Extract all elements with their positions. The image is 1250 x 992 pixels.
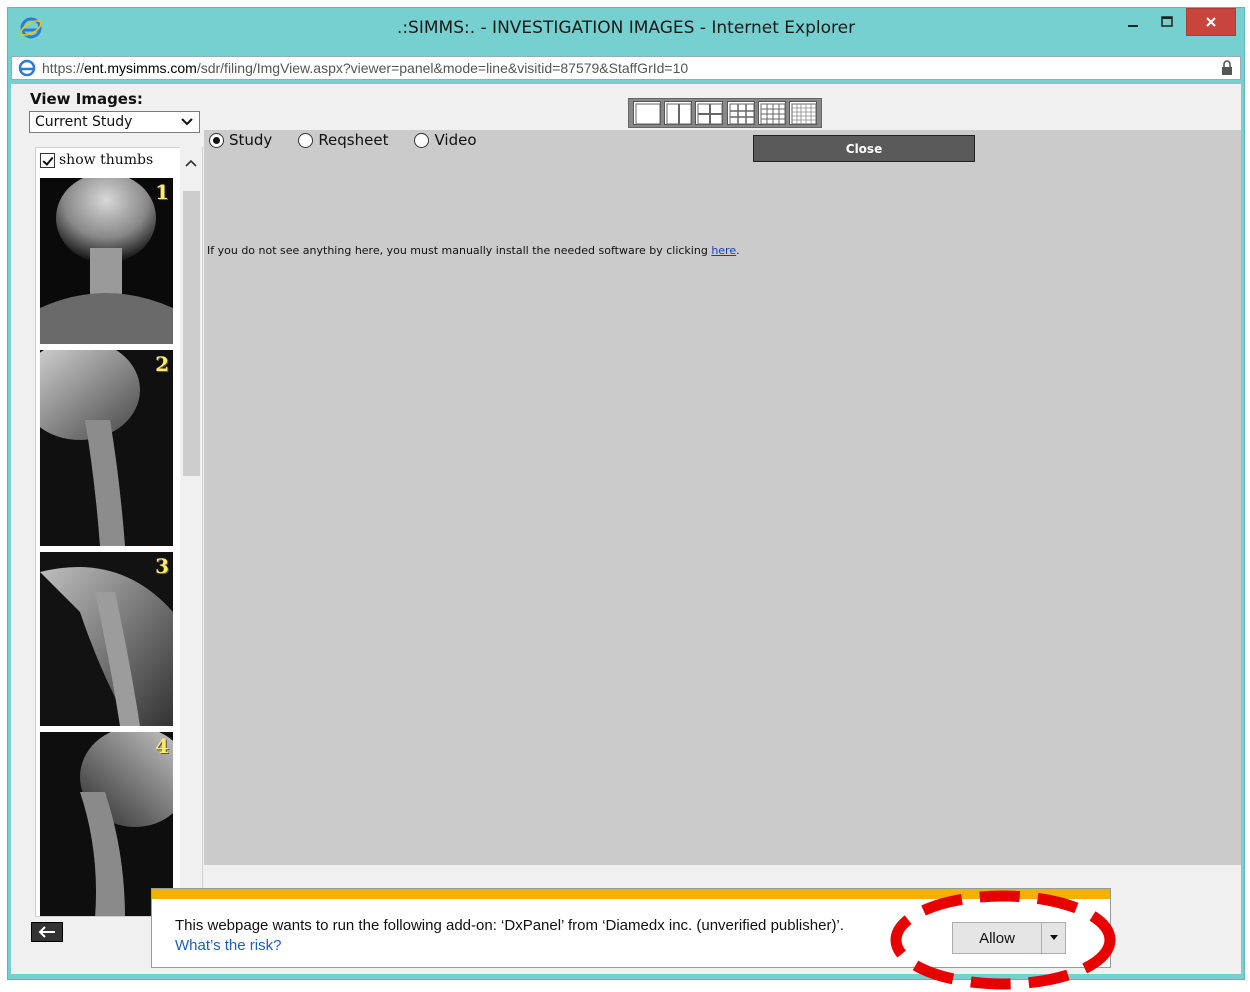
back-button[interactable] <box>31 922 63 942</box>
show-thumbs-label: show thumbs <box>59 152 154 168</box>
study-select-value: Current Study <box>35 114 133 130</box>
browser-window: .:SIMMS:. - INVESTIGATION IMAGES - Inter… <box>7 7 1245 980</box>
xray-image-2 <box>40 350 173 546</box>
close-window-button[interactable] <box>1186 8 1236 36</box>
addon-notification-bar: This webpage wants to run the following … <box>151 888 1111 968</box>
thumbnail-3[interactable]: 3 <box>40 552 173 726</box>
thumbnail-number: 2 <box>155 352 169 376</box>
radio-study-dot[interactable] <box>209 132 224 148</box>
allow-dropdown-button[interactable] <box>1042 922 1066 954</box>
thumbnail-list[interactable]: show thumbs 1 2 3 4 <box>35 147 203 917</box>
url-host: ent.mysimms.com <box>84 60 197 76</box>
show-thumbs-checkbox[interactable] <box>40 152 55 168</box>
minimize-icon <box>1128 25 1138 27</box>
maximize-icon <box>1161 16 1173 27</box>
arrow-left-icon <box>38 926 55 938</box>
layout-1x2-button[interactable] <box>663 101 692 125</box>
thumbnail-1[interactable]: 1 <box>40 178 173 344</box>
thumbnail-scrollbar[interactable] <box>180 147 202 917</box>
layout-1x2-icon <box>666 103 692 125</box>
layout-1x1-button[interactable] <box>632 101 661 125</box>
thumbnail-number: 1 <box>155 180 169 204</box>
scroll-thumb[interactable] <box>183 191 200 476</box>
layout-4x4-button[interactable] <box>757 101 786 125</box>
radio-video-label: Video <box>434 131 477 149</box>
radio-reqsheet-label: Reqsheet <box>318 131 389 149</box>
allow-button[interactable]: Allow <box>952 922 1042 954</box>
layout-5x5-icon <box>791 103 817 125</box>
layout-3x3-button[interactable] <box>726 101 755 125</box>
notification-message: This webpage wants to run the following … <box>175 917 844 934</box>
install-here-link[interactable]: here <box>711 244 736 257</box>
xray-image-3 <box>40 552 173 726</box>
layout-1x1-icon <box>635 103 661 125</box>
install-info-prefix: If you do not see anything here, you mus… <box>207 244 712 257</box>
window-title: .:SIMMS:. - INVESTIGATION IMAGES - Inter… <box>396 18 856 38</box>
install-info-suffix: . <box>736 244 740 257</box>
install-info-text: If you do not see anything here, you mus… <box>207 244 740 257</box>
notification-accent-strip <box>152 889 1110 899</box>
scroll-up-icon[interactable] <box>184 157 198 171</box>
page-favicon-icon <box>18 59 36 77</box>
study-select[interactable]: Current Study <box>29 111 200 133</box>
viewer-area <box>204 130 1241 865</box>
close-icon <box>1206 17 1216 27</box>
close-button[interactable]: Close <box>753 135 975 162</box>
radio-study-label: Study <box>229 131 273 149</box>
layout-4x4-icon <box>760 103 786 125</box>
layout-5x5-button[interactable] <box>789 101 818 125</box>
layout-2x2-button[interactable] <box>695 101 724 125</box>
whats-the-risk-link[interactable]: What’s the risk? <box>175 937 281 954</box>
url-scheme: https:// <box>42 60 85 76</box>
layout-3x3-icon <box>729 103 755 125</box>
left-panel: View Images: Current Study show thumbs 1… <box>11 84 203 974</box>
url-path: /sdr/filing/ImgView.aspx?viewer=panel&mo… <box>196 60 689 76</box>
chevron-down-icon <box>181 118 193 126</box>
minimize-button[interactable] <box>1118 8 1148 36</box>
thumbnail-number: 4 <box>155 734 169 758</box>
thumbnail-number: 3 <box>155 554 169 578</box>
radio-video[interactable]: Video <box>414 131 477 149</box>
thumbnail-2[interactable]: 2 <box>40 350 173 546</box>
radio-reqsheet[interactable]: Reqsheet <box>298 131 388 149</box>
url-text: https://ent.mysimms.com/sdr/filing/ImgVi… <box>42 60 688 76</box>
radio-study[interactable]: Study <box>209 131 272 149</box>
view-images-label: View Images: <box>30 90 143 108</box>
view-mode-radios: Study Reqsheet Video <box>209 131 503 149</box>
caret-down-icon <box>1049 935 1058 940</box>
layout-toolbar <box>628 98 822 128</box>
layout-2x2-icon <box>697 103 723 125</box>
title-bar: .:SIMMS:. - INVESTIGATION IMAGES - Inter… <box>8 8 1244 53</box>
lock-icon[interactable] <box>1220 60 1234 76</box>
radio-video-dot[interactable] <box>414 132 430 148</box>
radio-reqsheet-dot[interactable] <box>298 132 314 148</box>
show-thumbs-toggle[interactable]: show thumbs <box>40 152 153 168</box>
maximize-button[interactable] <box>1151 8 1183 36</box>
address-bar[interactable]: https://ent.mysimms.com/sdr/filing/ImgVi… <box>11 56 1241 80</box>
page-content: View Images: Current Study show thumbs 1… <box>11 84 1241 974</box>
xray-image-1 <box>40 178 173 344</box>
